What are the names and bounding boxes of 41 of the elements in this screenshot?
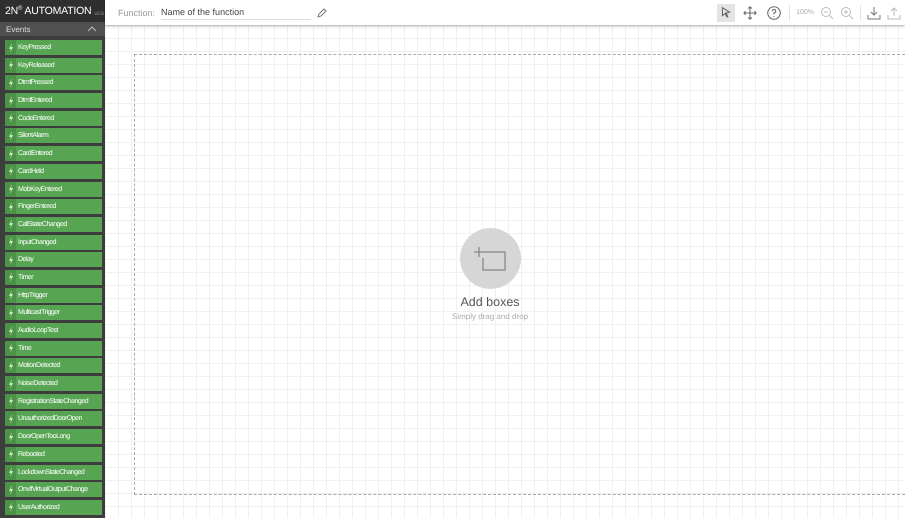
drag-hint: Simply drag and drop xyxy=(452,312,528,321)
help-button[interactable] xyxy=(765,4,784,22)
move-tool-button[interactable] xyxy=(741,4,760,22)
app-logo: 2N$^{®}$ AUTOMATION xyxy=(5,5,92,17)
lightning-icon xyxy=(8,254,14,265)
function-label: Function: xyxy=(118,8,156,18)
lightning-icon xyxy=(8,308,14,318)
lightning-icon xyxy=(8,96,14,106)
add-boxes-title: Add boxes xyxy=(460,295,520,309)
lightning-icon xyxy=(8,484,14,495)
lightning-icon xyxy=(8,148,14,159)
lightning-icon xyxy=(8,202,14,212)
lightning-icon xyxy=(8,502,14,512)
pointer-tool-button[interactable] xyxy=(717,4,736,22)
move-icon xyxy=(742,4,758,20)
lightning-icon xyxy=(8,396,14,406)
lightning-icon xyxy=(8,130,14,141)
lightning-icon xyxy=(8,360,14,371)
lightning-icon xyxy=(8,449,14,460)
lightning-icon xyxy=(8,272,14,282)
pencil-icon[interactable] xyxy=(317,8,328,18)
lightning-icon xyxy=(8,219,14,230)
lightning-icon xyxy=(8,467,14,477)
download-icon[interactable] xyxy=(867,6,881,20)
lightning-icon xyxy=(8,78,14,88)
add-box-button[interactable] xyxy=(460,228,520,289)
lightning-icon xyxy=(8,378,14,389)
lightning-icon xyxy=(8,60,14,70)
help-icon xyxy=(766,4,782,20)
lightning-icon xyxy=(8,432,14,442)
lightning-icon xyxy=(8,326,14,336)
lightning-icon xyxy=(8,290,14,300)
lightning-icon xyxy=(8,343,14,354)
lightning-icon xyxy=(8,414,14,424)
lightning-icon xyxy=(8,166,14,176)
events-section-header[interactable]: Events xyxy=(0,22,105,36)
lightning-icon xyxy=(8,184,14,194)
lightning-icon xyxy=(8,237,14,248)
lightning-icon xyxy=(8,113,14,124)
add-box-icon xyxy=(473,246,507,272)
lightning-icon xyxy=(8,42,14,52)
